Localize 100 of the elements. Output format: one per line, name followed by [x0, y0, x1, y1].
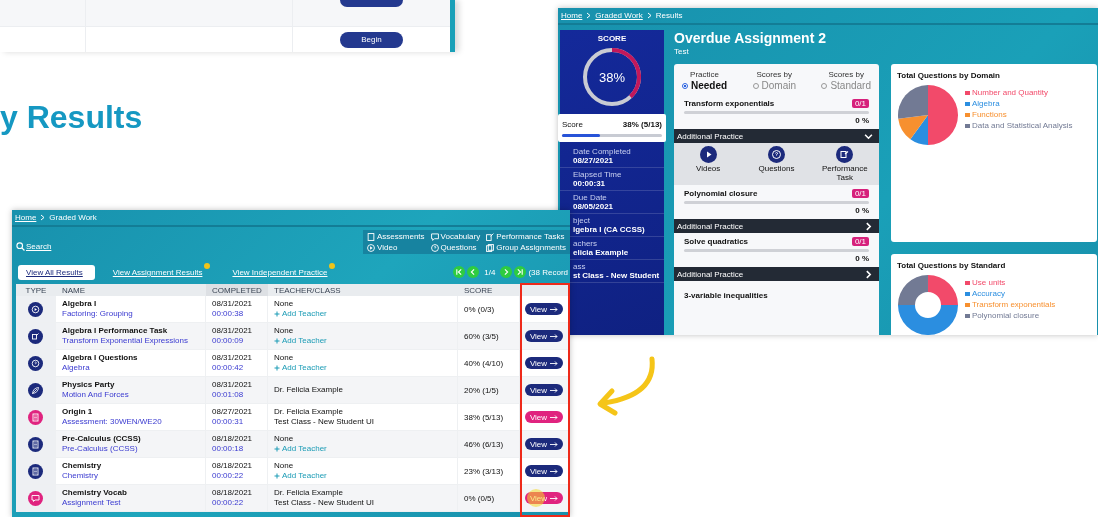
- elapsed-time: 00:01:08: [212, 390, 244, 400]
- arrow-right-icon: [550, 387, 559, 393]
- breadcrumb-link[interactable]: Graded Work: [595, 11, 643, 20]
- elapsed-time: 00:00:22: [212, 498, 244, 508]
- teacher-name: None: [274, 326, 294, 336]
- column-header: TYPE: [24, 284, 48, 296]
- legend-icon: [430, 232, 439, 241]
- results-tab[interactable]: View Independent Practice: [224, 264, 340, 280]
- legend-label: Vocabulary: [440, 232, 481, 241]
- chevron-icon: [646, 12, 652, 19]
- breadcrumb-link[interactable]: Home: [15, 213, 37, 222]
- radio-caption: Practice: [690, 70, 719, 79]
- curved-arrow: [597, 356, 655, 416]
- assignment-topic: Pre-Calculus (CCSS): [62, 444, 138, 454]
- column-header: SCORE: [463, 284, 494, 296]
- legend-label: Performance Tasks: [496, 232, 565, 241]
- radio-label: Domain: [761, 80, 796, 91]
- practice-option-label[interactable]: Videos: [696, 164, 721, 173]
- radio-label: Standard: [830, 80, 871, 91]
- practice-option-label[interactable]: Questions: [758, 164, 795, 173]
- completed-date: 08/27/2021: [212, 407, 253, 417]
- breadcrumb-link[interactable]: Home: [561, 11, 583, 20]
- arrow-right-icon: [550, 441, 559, 447]
- plus-icon: [274, 446, 280, 452]
- legend-label: Assessments: [377, 232, 425, 241]
- begin-button[interactable]: Begin: [340, 31, 403, 48]
- completed-date: 08/31/2021: [212, 353, 253, 363]
- standard-name: Solve quadratics: [684, 237, 749, 246]
- standard-name: 3-variable inequalities: [684, 291, 768, 300]
- count-badge: 0/1: [851, 189, 869, 198]
- breadcrumb-link[interactable]: Graded Work: [49, 213, 97, 222]
- radio-caption: Scores by: [828, 70, 864, 79]
- assignment-name: Origin 1: [62, 407, 93, 417]
- detail-label: bject: [573, 216, 591, 225]
- search-link[interactable]: Search: [26, 242, 52, 251]
- results-tab[interactable]: View Assignment Results: [104, 264, 215, 280]
- teacher-name: Dr. Felicia Example: [274, 385, 343, 395]
- record-count: (38 Record: [528, 267, 568, 277]
- score-text: 0% (0/3): [464, 304, 495, 314]
- teacher-name: None: [274, 461, 294, 471]
- section-heading: y Results: [0, 98, 143, 136]
- legend-label: Number and Quantity: [972, 88, 1049, 97]
- last-page-button[interactable]: [514, 266, 527, 278]
- plus-icon: [274, 473, 280, 479]
- additional-practice-bar[interactable]: Additional Practice: [674, 129, 879, 143]
- completed-date: 08/31/2021: [212, 380, 253, 390]
- add-teacher-link[interactable]: Add Teacher: [282, 309, 327, 319]
- additional-practice-bar[interactable]: Additional Practice: [674, 219, 879, 233]
- view-button[interactable]: View: [525, 303, 563, 315]
- assignment-topic: Motion And Forces: [62, 390, 129, 400]
- view-button[interactable]: View: [525, 465, 563, 477]
- progress-percent: 0 %: [854, 254, 869, 263]
- add-teacher-link[interactable]: Add Teacher: [282, 363, 327, 373]
- standard-name: Polynomial closure: [684, 189, 758, 198]
- class-name: Test Class - New Student UI: [274, 498, 375, 508]
- progress-percent: 0 %: [854, 206, 869, 215]
- results-tab[interactable]: View All Results: [18, 264, 95, 280]
- count-badge: 0/1: [851, 99, 869, 108]
- detail-label: ass: [573, 262, 587, 271]
- view-button[interactable]: View: [525, 438, 563, 450]
- elapsed-time: 00:00:22: [212, 471, 244, 481]
- assignment-name: Algebra I: [62, 299, 97, 309]
- practice-icon[interactable]: [768, 146, 785, 163]
- additional-practice-bar[interactable]: Additional Practice: [674, 267, 879, 281]
- completed-date: 08/18/2021: [212, 488, 253, 498]
- radio-caption: Scores by: [756, 70, 793, 79]
- elapsed-time: 00:00:42: [212, 363, 244, 373]
- score-text: 20% (1/5): [464, 385, 499, 395]
- elapsed-time: 00:00:09: [212, 336, 244, 346]
- add-teacher-link[interactable]: Add Teacher: [282, 336, 327, 346]
- assignment-name: Pre-Calculus (CCSS): [62, 434, 141, 444]
- prev-page-button[interactable]: [467, 266, 480, 278]
- view-button[interactable]: View: [525, 384, 563, 396]
- chevron-icon: [586, 12, 592, 19]
- arrow-right-icon: [550, 495, 559, 501]
- completed-date: 08/18/2021: [212, 434, 253, 444]
- practice-icon[interactable]: [699, 146, 717, 163]
- score-text: 60% (3/5): [464, 331, 499, 341]
- button-edge[interactable]: [340, 0, 403, 7]
- practice-icon[interactable]: [836, 146, 854, 163]
- teacher-name: Dr. Felicia Example: [274, 488, 343, 498]
- legend-label: Group Assignments: [496, 243, 566, 252]
- add-teacher-link[interactable]: Add Teacher: [282, 471, 327, 481]
- view-button[interactable]: View: [525, 411, 563, 423]
- count-badge: 0/1: [851, 237, 869, 246]
- breadcrumb-link[interactable]: Results: [655, 11, 683, 20]
- score-percent: 38%: [599, 69, 625, 85]
- progress-percent: 0 %: [854, 116, 869, 125]
- first-page-button[interactable]: [453, 266, 466, 278]
- next-page-button[interactable]: [500, 266, 513, 278]
- practice-option-label[interactable]: Performance Task: [814, 164, 875, 182]
- completed-date: 08/31/2021: [212, 299, 253, 309]
- view-button[interactable]: View: [525, 330, 563, 342]
- add-teacher-link[interactable]: Add Teacher: [282, 444, 327, 454]
- assignment-name: Algebra I Questions: [62, 353, 138, 363]
- detail-value: lgebra I (CA CCSS): [573, 225, 646, 234]
- search-icon[interactable]: [16, 242, 25, 251]
- view-button[interactable]: View: [525, 357, 563, 369]
- radio-button[interactable]: [682, 82, 688, 89]
- assignment-topic: Assessment: 30WEN/WE20: [62, 417, 162, 427]
